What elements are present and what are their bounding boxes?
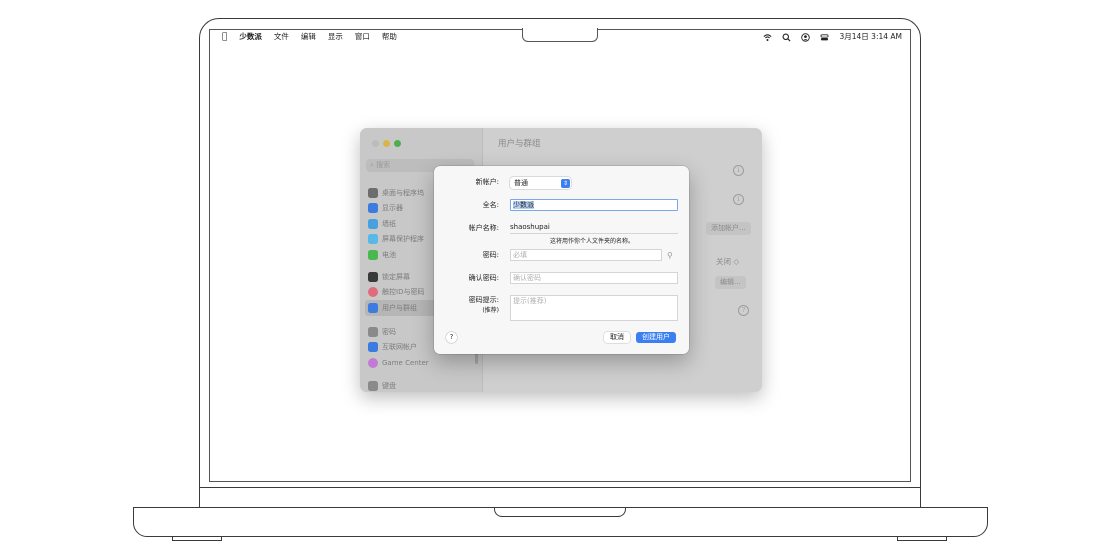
at-icon — [368, 342, 378, 353]
screen:  少数派 文件 编辑 显示 窗口 帮助 — [209, 29, 911, 482]
screensaver-icon — [368, 234, 378, 245]
password-assistant-key-icon[interactable]: ⚲ — [667, 251, 673, 260]
menu-file[interactable]: 文件 — [274, 30, 289, 44]
menu-view[interactable]: 显示 — [328, 30, 343, 44]
chevron-updown-icon: ⇕ — [561, 178, 570, 188]
new-account-dialog: 新帐户: 普通 ⇕ 全名: 少数派 帐户名称: shaoshupai 这将用作你… — [434, 166, 689, 354]
fingerprint-icon — [368, 287, 378, 298]
laptop-hinge — [199, 488, 921, 508]
minimize-button[interactable] — [383, 140, 390, 147]
keyboard-icon — [368, 380, 378, 391]
battery-icon — [368, 249, 378, 260]
sidebar-item-label: 用户与群组 — [382, 303, 417, 312]
verify-password-label: 确认密码: — [468, 274, 499, 282]
help-button[interactable]: ? — [446, 332, 457, 343]
edit-button[interactable]: 编辑... — [715, 276, 746, 289]
password-hint-label: 密码提示: — [468, 296, 499, 304]
users-icon — [368, 302, 378, 313]
info-icon[interactable]: i — [733, 194, 744, 205]
menu-app-name[interactable]: 少数派 — [239, 30, 262, 44]
sidebar-item-label: 墙纸 — [382, 219, 396, 228]
laptop-foot-left — [172, 537, 222, 541]
sidebar-item-label: 电池 — [382, 250, 396, 259]
sidebar-item-game-center[interactable]: Game Center — [368, 355, 478, 371]
sidebar-item-label: 触控ID与密码 — [382, 288, 425, 297]
search-placeholder: 搜索 — [376, 161, 391, 169]
sidebar-item-label: 屏幕保护程序 — [382, 235, 424, 244]
window-controls — [372, 140, 401, 147]
sidebar-group-4: 键盘 — [368, 378, 478, 392]
menu-help[interactable]: 帮助 — [382, 30, 397, 44]
sidebar-item-label: 桌面与程序坞 — [382, 188, 424, 197]
lock-icon — [368, 271, 378, 282]
password-label: 密码: — [482, 251, 499, 259]
new-account-label: 新帐户: — [475, 178, 499, 186]
password-hint-sublabel: (推荐) — [482, 307, 499, 314]
dock-icon — [368, 187, 378, 198]
zoom-button[interactable] — [394, 140, 401, 147]
settings-page-title: 用户与群组 — [498, 139, 541, 149]
sidebar-item-keyboard[interactable]: 键盘 — [368, 378, 478, 392]
menu-edit[interactable]: 编辑 — [301, 30, 316, 44]
info-icon[interactable]: i — [733, 165, 744, 176]
account-name-label: 帐户名称: — [468, 224, 499, 232]
camera-notch — [522, 28, 598, 42]
laptop-foot-right — [897, 537, 947, 541]
display-icon — [368, 203, 378, 214]
apple-menu-icon[interactable]:  — [222, 30, 227, 44]
control-center-icon[interactable] — [820, 33, 829, 42]
password-field[interactable]: 必填 — [510, 249, 662, 261]
password-hint-field[interactable]: 提示(推荐) — [510, 295, 678, 321]
sidebar-item-label: 密码 — [382, 327, 396, 336]
sidebar-item-label: 互联网帐户 — [382, 343, 417, 352]
account-name-field[interactable]: shaoshupai — [510, 221, 678, 234]
cancel-button[interactable]: 取消 — [604, 332, 630, 343]
full-name-field[interactable]: 少数派 — [510, 199, 678, 211]
full-name-value: 少数派 — [513, 201, 534, 209]
account-name-note: 这将用作你个人文件夹的名称。 — [550, 238, 635, 245]
full-name-label: 全名: — [482, 201, 499, 209]
search-icon[interactable] — [782, 33, 791, 42]
add-account-button[interactable]: 添加帐户... — [706, 222, 751, 235]
account-type-popup[interactable]: 普通 ⇕ — [510, 177, 571, 189]
user-icon[interactable] — [801, 32, 811, 42]
close-button[interactable] — [372, 140, 379, 147]
auto-login-popup[interactable]: 关闭 ◇ — [716, 256, 739, 267]
menu-window[interactable]: 窗口 — [355, 30, 370, 44]
create-user-button[interactable]: 创建用户 — [636, 332, 676, 343]
wallpaper-icon — [368, 218, 378, 229]
game-center-icon — [368, 357, 378, 368]
sidebar-item-label: 显示器 — [382, 204, 403, 213]
help-icon[interactable]: ? — [738, 305, 749, 316]
verify-password-field[interactable]: 确认密码 — [510, 272, 678, 284]
sidebar-item-label: Game Center — [382, 358, 429, 367]
account-type-value: 普通 — [514, 179, 528, 187]
sidebar-item-label: 锁定屏幕 — [382, 272, 410, 281]
key-icon — [368, 326, 378, 337]
wifi-icon[interactable] — [763, 33, 772, 42]
laptop-opening-groove — [494, 507, 626, 517]
sidebar-item-label: 键盘 — [382, 381, 396, 390]
menu-clock[interactable]: 3月14日 3:14 AM — [839, 30, 902, 44]
